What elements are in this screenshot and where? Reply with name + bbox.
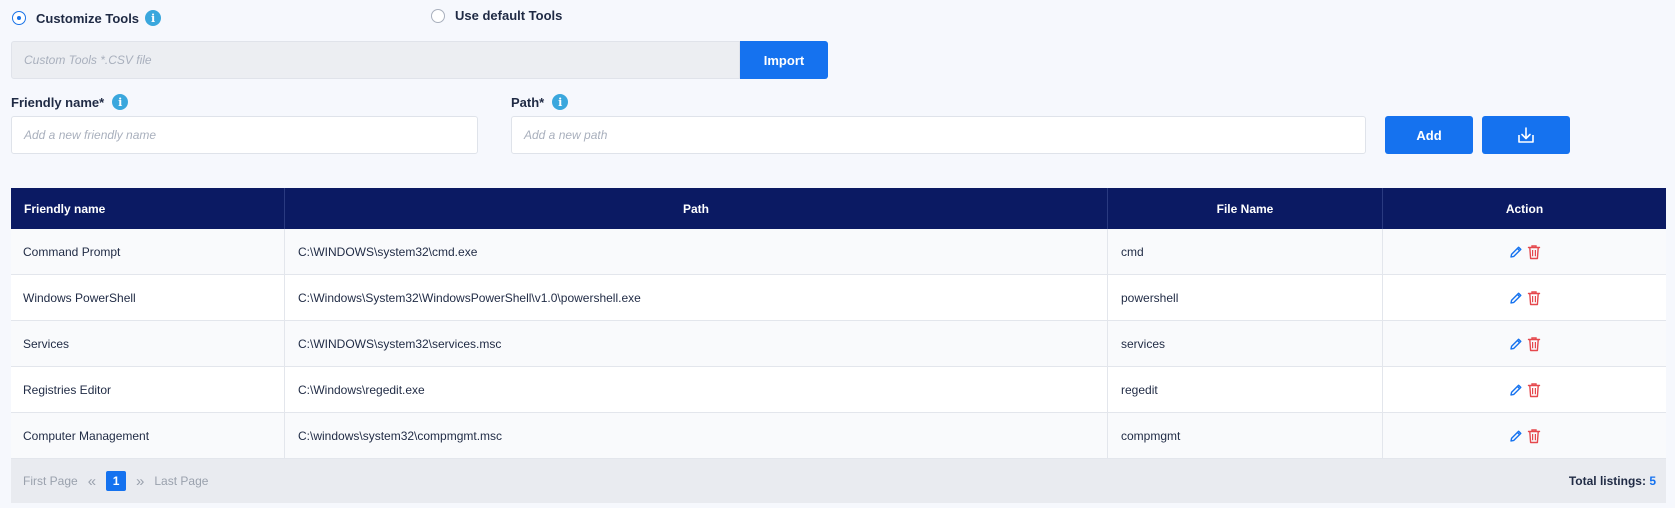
edit-button[interactable] <box>1509 245 1523 259</box>
pagination-bar: First Page « 1 » Last Page Total listing… <box>11 459 1666 503</box>
cell-file-name: powershell <box>1108 275 1383 320</box>
delete-button[interactable] <box>1527 428 1541 444</box>
edit-icon[interactable] <box>1509 245 1523 259</box>
radio-customize-label: Customize Tools <box>36 10 140 26</box>
header-friendly-name[interactable]: Friendly name <box>11 188 285 229</box>
download-button[interactable] <box>1482 116 1570 154</box>
header-path[interactable]: Path <box>285 188 1108 229</box>
cell-friendly-name: Services <box>11 321 285 366</box>
trash-icon[interactable] <box>1527 336 1541 352</box>
cell-file-name: regedit <box>1108 367 1383 412</box>
cell-path: C:\WINDOWS\system32\cmd.exe <box>285 229 1108 274</box>
cell-actions <box>1383 367 1666 412</box>
friendly-name-label-text: Friendly name* <box>11 94 105 110</box>
edit-icon[interactable] <box>1509 429 1523 443</box>
table-header: Friendly name Path File Name Action <box>11 188 1666 229</box>
edit-button[interactable] <box>1509 337 1523 351</box>
friendly-name-label: Friendly name* i <box>11 94 129 110</box>
radio-customize-indicator[interactable] <box>12 11 26 25</box>
edit-icon[interactable] <box>1509 291 1523 305</box>
last-page-link[interactable]: Last Page <box>154 474 208 488</box>
trash-icon[interactable] <box>1527 428 1541 444</box>
edit-button[interactable] <box>1509 291 1523 305</box>
path-input[interactable]: Add a new path <box>511 116 1366 154</box>
radio-default-tools[interactable]: Use default Tools <box>431 8 562 23</box>
cell-path: C:\Windows\System32\WindowsPowerShell\v1… <box>285 275 1108 320</box>
import-button[interactable]: Import <box>740 41 828 79</box>
path-label-text: Path* <box>511 94 545 110</box>
add-button[interactable]: Add <box>1385 116 1473 154</box>
trash-icon[interactable] <box>1527 244 1541 260</box>
cell-friendly-name: Computer Management <box>11 413 285 458</box>
total-listings-count: 5 <box>1649 474 1656 488</box>
header-action: Action <box>1505 201 1544 216</box>
info-icon[interactable]: i <box>552 94 569 110</box>
radio-default-label: Use default Tools <box>455 8 563 23</box>
table-body: Command Prompt C:\WINDOWS\system32\cmd.ex… <box>11 229 1666 459</box>
cell-file-name: compmgmt <box>1108 413 1383 458</box>
csv-file-placeholder: Custom Tools *.CSV file <box>24 53 152 67</box>
friendly-name-input[interactable]: Add a new friendly name <box>11 116 478 154</box>
delete-button[interactable] <box>1527 336 1541 352</box>
path-placeholder: Add a new path <box>524 128 608 142</box>
table-row: Registries Editor C:\Windows\regedit.exe r… <box>11 367 1666 413</box>
info-icon[interactable]: i <box>112 94 129 110</box>
delete-button[interactable] <box>1527 382 1541 398</box>
tools-table: Friendly name Path File Name Action Comm… <box>11 188 1666 503</box>
cell-actions <box>1383 321 1666 366</box>
cell-friendly-name: Registries Editor <box>11 367 285 412</box>
friendly-name-placeholder: Add a new friendly name <box>24 128 157 142</box>
cell-actions <box>1383 229 1666 274</box>
radio-default-indicator[interactable] <box>431 8 445 23</box>
radio-customize-tools[interactable]: Customize Tools i <box>12 10 162 26</box>
trash-icon[interactable] <box>1527 290 1541 306</box>
total-listings-label: Total listings: <box>1568 474 1646 488</box>
total-listings: Total listings: 5 <box>1569 474 1656 488</box>
chevron-double-left-icon[interactable]: « <box>88 473 96 490</box>
page-number-current[interactable]: 1 <box>106 471 127 491</box>
first-page-link[interactable]: First Page <box>23 474 78 488</box>
trash-icon[interactable] <box>1527 382 1541 398</box>
cell-path: C:\windows\system32\compmgmt.msc <box>285 413 1108 458</box>
path-label: Path* i <box>511 94 569 110</box>
cell-actions <box>1383 413 1666 458</box>
csv-file-input[interactable]: Custom Tools *.CSV file <box>11 41 740 79</box>
table-row: Windows PowerShell C:\Windows\System32\Wi… <box>11 275 1666 321</box>
edit-button[interactable] <box>1509 429 1523 443</box>
cell-friendly-name: Windows PowerShell <box>11 275 285 320</box>
edit-icon[interactable] <box>1509 383 1523 397</box>
cell-file-name: cmd <box>1108 229 1383 274</box>
table-row: Command Prompt C:\WINDOWS\system32\cmd.ex… <box>11 229 1666 275</box>
table-row: Computer Management C:\windows\system32\c… <box>11 413 1666 459</box>
cell-path: C:\Windows\regedit.exe <box>285 367 1108 412</box>
download-icon <box>1518 127 1534 143</box>
cell-path: C:\WINDOWS\system32\services.msc <box>285 321 1108 366</box>
info-icon[interactable]: i <box>145 10 162 26</box>
delete-button[interactable] <box>1527 290 1541 306</box>
table-row: Services C:\WINDOWS\system32\services.msc… <box>11 321 1666 367</box>
edit-button[interactable] <box>1509 383 1523 397</box>
cell-file-name: services <box>1108 321 1383 366</box>
delete-button[interactable] <box>1527 244 1541 260</box>
edit-icon[interactable] <box>1509 337 1523 351</box>
chevron-double-right-icon[interactable]: » <box>136 473 144 490</box>
cell-actions <box>1383 275 1666 320</box>
header-file-name[interactable]: File Name <box>1108 188 1383 229</box>
cell-friendly-name: Command Prompt <box>11 229 285 274</box>
